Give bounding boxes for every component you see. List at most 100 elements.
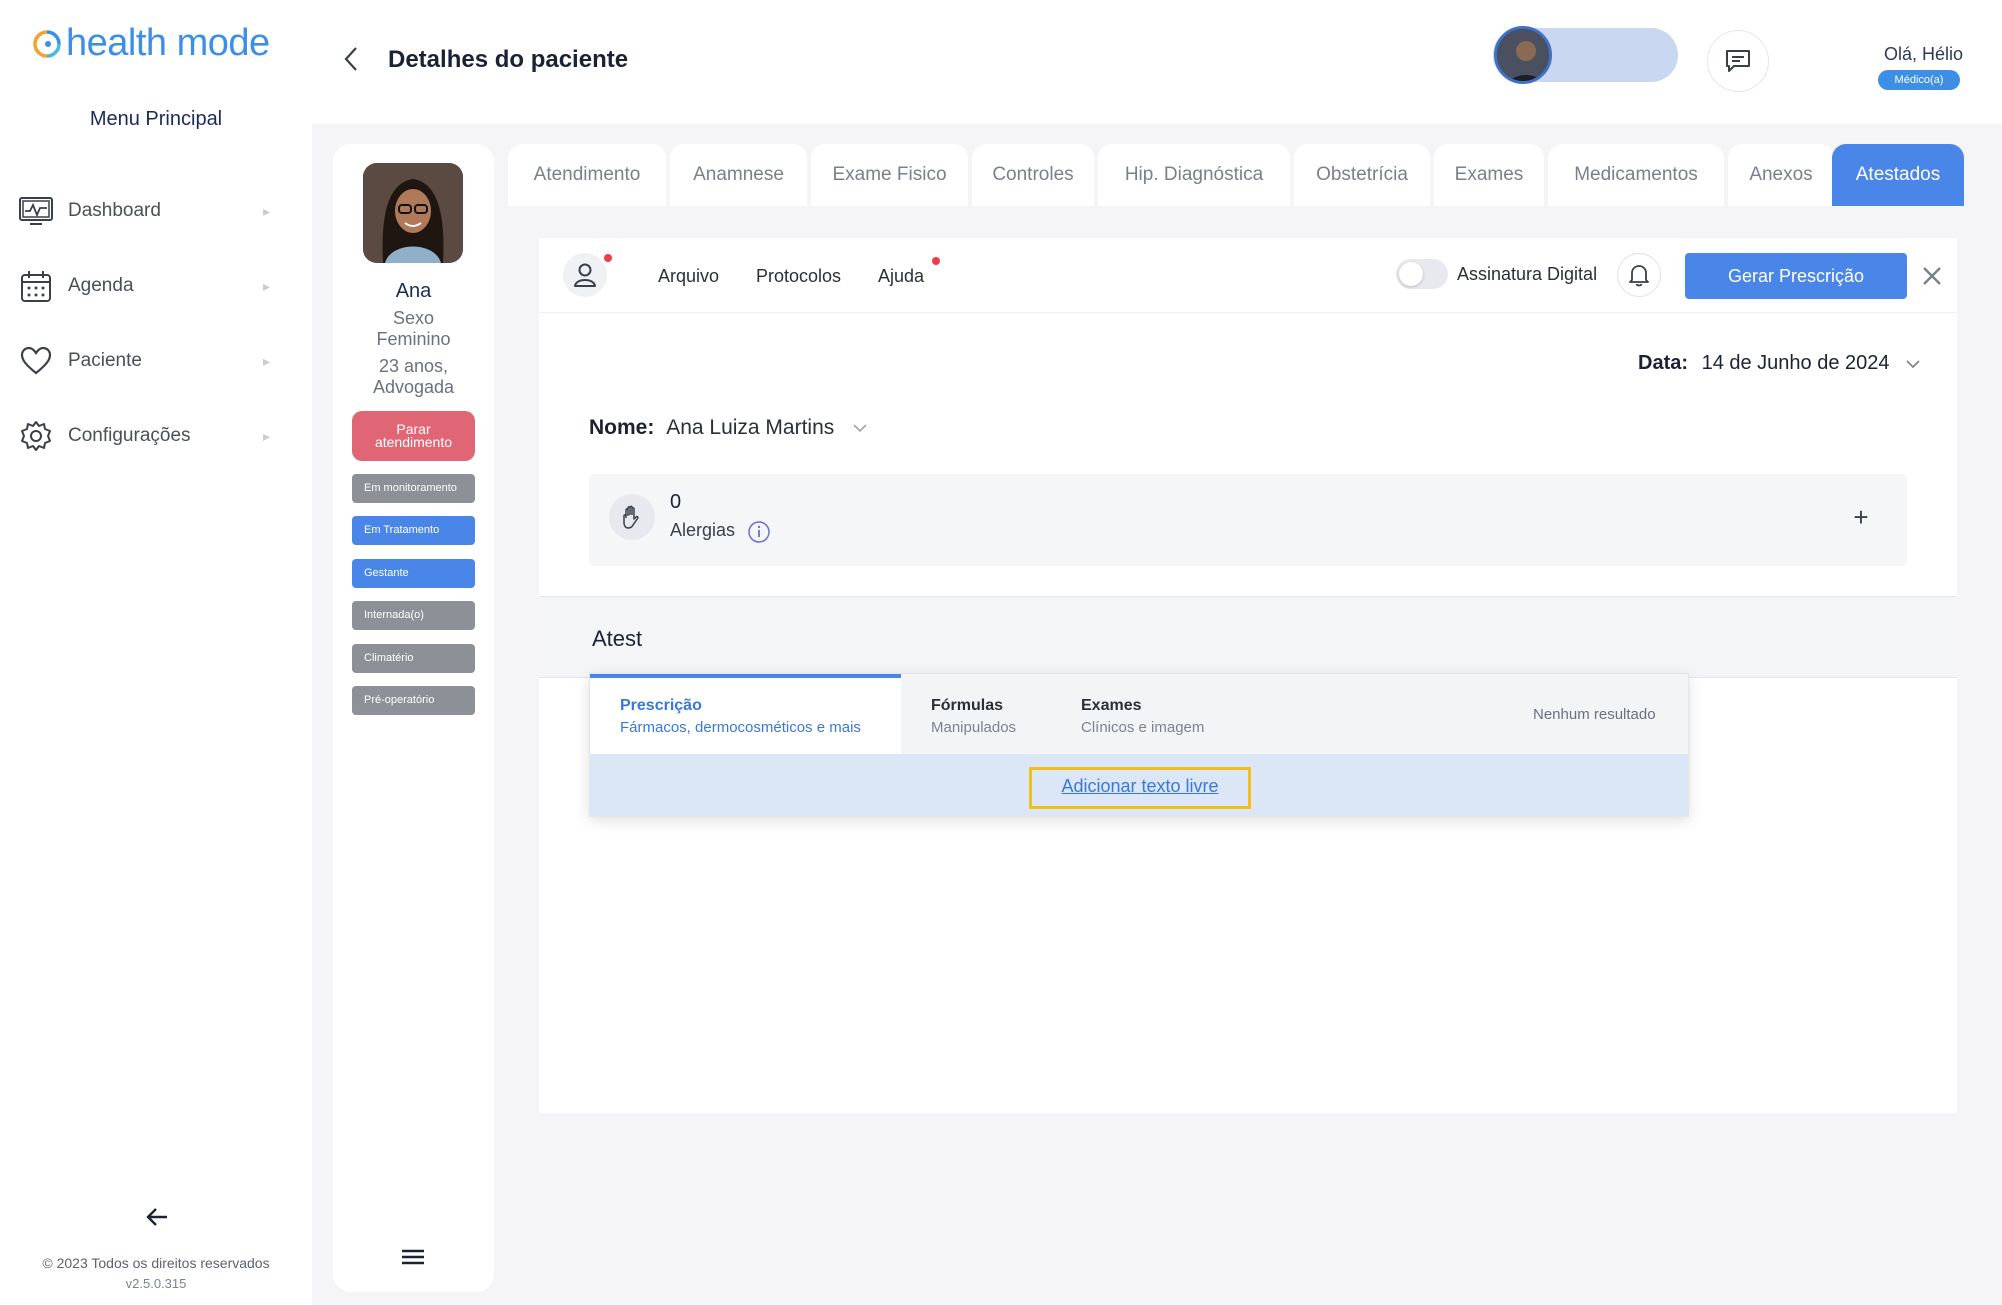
patient-photo-image <box>363 163 463 263</box>
patient-name-selector[interactable]: Nome: Ana Luiza Martins <box>589 416 868 440</box>
no-results-text: Nenhum resultado <box>1533 706 1656 723</box>
tab-atestados[interactable]: Atestados <box>1832 144 1964 206</box>
collapse-sidebar-button[interactable] <box>140 1200 174 1234</box>
tag-em-tratamento[interactable]: Em Tratamento <box>352 516 475 545</box>
allergy-count: 0 <box>670 491 682 513</box>
chevron-down-icon <box>853 424 867 433</box>
sidebar-item-label: Dashboard <box>68 200 161 221</box>
patient-profile-button[interactable] <box>563 253 607 297</box>
heart-icon <box>18 343 54 379</box>
patient-name: Ana <box>395 280 432 302</box>
dropdown-tab-title: Fórmulas <box>931 697 1004 714</box>
tab-hip-diagnostica[interactable]: Hip. Diagnóstica <box>1098 144 1290 206</box>
dropdown-tab-title: Prescrição <box>620 697 702 714</box>
allergy-label: Alergias <box>670 520 736 540</box>
arrow-left-icon <box>146 1208 167 1226</box>
tag-em-monitoramento[interactable]: Em monitoramento <box>352 474 475 503</box>
tab-anamnese[interactable]: Anamnese <box>670 144 807 206</box>
date-selector[interactable]: Data: 14 de Junho de 2024 <box>1638 352 1921 375</box>
stop-attendance-button[interactable]: Parar atendimento <box>352 411 475 461</box>
hand-stop-icon <box>609 494 655 540</box>
hamburger-icon <box>402 1249 424 1265</box>
gerar-prescricao-button[interactable]: Gerar Prescrição <box>1685 253 1907 299</box>
tab-medicamentos[interactable]: Medicamentos <box>1548 144 1724 206</box>
page-title: Detalhes do paciente <box>388 46 629 73</box>
arquivo-menu[interactable]: Arquivo <box>658 266 719 287</box>
health-mode-logo[interactable]: health mode <box>32 22 270 65</box>
add-allergy-button[interactable]: + <box>1848 502 1874 532</box>
notifications-button[interactable] <box>1617 253 1661 297</box>
atestado-input-band <box>539 596 1957 678</box>
close-icon <box>1923 267 1941 285</box>
patient-photo <box>363 163 463 263</box>
date-label: Data: <box>1638 352 1689 374</box>
version-text: v2.5.0.315 <box>125 1276 187 1291</box>
tag-climaterio[interactable]: Climatério <box>352 644 475 673</box>
tab-obstetricia[interactable]: Obstetrícia <box>1294 144 1430 206</box>
sidebar-item-label: Agenda <box>68 275 134 296</box>
nome-value: Ana Luiza Martins <box>666 416 835 439</box>
protocolos-menu[interactable]: Protocolos <box>756 266 841 287</box>
sidebar-item-paciente[interactable]: Paciente ▸ <box>18 339 270 383</box>
sidebar-item-dashboard[interactable]: Dashboard ▸ <box>18 189 270 233</box>
tag-gestante[interactable]: Gestante <box>352 559 475 588</box>
copyright-text: © 2023 Todos os direitos reservados <box>42 1255 270 1271</box>
tag-internada[interactable]: Internada(o) <box>352 601 475 630</box>
chevron-right-icon: ▸ <box>262 352 270 369</box>
dropdown-tab-subtitle: Fármacos, dermocosméticos e mais <box>620 719 861 736</box>
sidebar-item-configuracoes[interactable]: Configurações ▸ <box>18 414 270 458</box>
user-icon <box>574 263 596 287</box>
gear-icon <box>18 418 54 454</box>
notification-dot <box>604 254 612 262</box>
sidebar-item-label: Paciente <box>68 350 142 371</box>
nome-label: Nome: <box>589 416 655 439</box>
ajuda-menu[interactable]: Ajuda <box>878 266 924 287</box>
toggle-knob <box>1399 262 1423 286</box>
patient-sex-label: Sexo <box>392 308 435 328</box>
add-free-text-link[interactable]: Adicionar texto livre <box>1029 776 1251 797</box>
back-button[interactable] <box>334 42 368 76</box>
dropdown-tab-subtitle: Manipulados <box>931 719 1017 736</box>
info-icon[interactable] <box>747 520 771 544</box>
chevron-right-icon: ▸ <box>262 202 270 219</box>
tag-pre-operatorio[interactable]: Pré-operatório <box>352 686 475 715</box>
chevron-right-icon: ▸ <box>262 277 270 294</box>
bell-icon <box>1629 265 1649 287</box>
messages-button[interactable] <box>1707 30 1769 92</box>
chevron-down-icon <box>1906 360 1920 368</box>
patient-occupation: Advogada <box>372 377 455 397</box>
toolbar-divider <box>539 312 1957 313</box>
tab-controles[interactable]: Controles <box>972 144 1094 206</box>
dropdown-tab-subtitle: Clínicos e imagem <box>1081 719 1205 736</box>
tab-atendimento[interactable]: Atendimento <box>508 144 666 206</box>
allergy-box <box>589 474 1907 566</box>
chat-icon <box>1726 50 1750 72</box>
dropdown-tab-title: Exames <box>1081 697 1142 714</box>
logo-mark-icon <box>33 29 61 58</box>
dropdown-tab-formulas[interactable] <box>912 680 1042 750</box>
menu-title: Menu Principal <box>89 108 223 130</box>
sidebar-item-label: Configurações <box>68 425 191 446</box>
sidebar-item-agenda[interactable]: Agenda ▸ <box>18 264 270 308</box>
user-greeting: Olá, Hélio <box>1884 44 1964 64</box>
patient-sex-value: Feminino <box>376 329 451 349</box>
stop-button-line2: atendimento <box>374 434 453 450</box>
top-header: Detalhes do paciente <box>312 0 2002 124</box>
patient-age: 23 anos, <box>378 356 449 376</box>
atestado-search-input[interactable]: Atest <box>592 626 642 652</box>
calendar-icon <box>18 268 54 304</box>
close-button[interactable] <box>1918 262 1946 290</box>
dropdown-tab-exames[interactable] <box>1062 680 1232 750</box>
user-avatar[interactable] <box>1494 26 1552 84</box>
tab-exame-fisico[interactable]: Exame Fisico <box>811 144 968 206</box>
tab-exames[interactable]: Exames <box>1434 144 1544 206</box>
logo-text: health mode <box>66 22 270 64</box>
chevron-left-icon <box>344 47 357 71</box>
assinatura-digital-label: Assinatura Digital <box>1457 264 1598 284</box>
monitor-chart-icon <box>18 193 54 229</box>
chevron-right-icon: ▸ <box>262 427 270 444</box>
tab-anexos[interactable]: Anexos <box>1728 144 1834 206</box>
user-role-badge: Médico(a) <box>1878 70 1960 90</box>
date-value: 14 de Junho de 2024 <box>1701 352 1890 374</box>
hamburger-menu-button[interactable] <box>398 1245 428 1269</box>
